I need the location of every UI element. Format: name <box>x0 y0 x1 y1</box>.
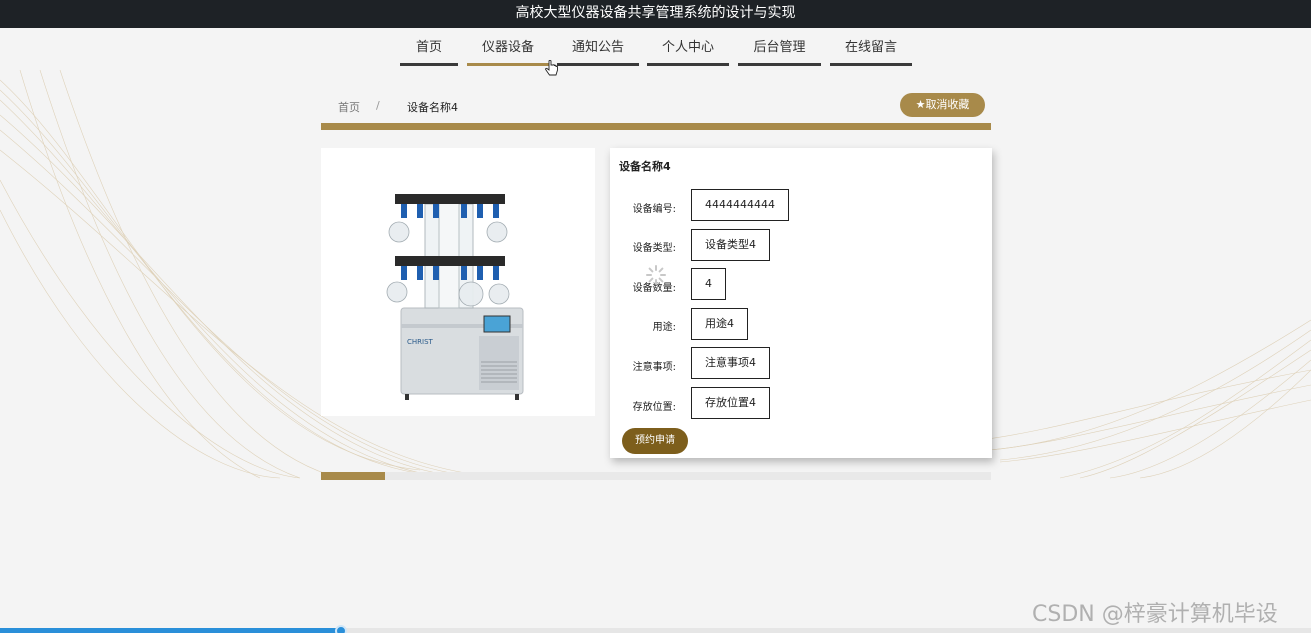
watermark-text: CSDN @梓豪计算机毕设 <box>1032 602 1278 627</box>
field-value-device-quantity[interactable]: 4 <box>691 268 726 300</box>
field-value-precautions[interactable]: 注意事项4 <box>691 347 770 379</box>
field-label-device-number: 设备编号: <box>632 204 676 215</box>
nav-instruments[interactable]: 仪器设备 <box>467 40 549 66</box>
field-value-device-number[interactable]: 4444444444 <box>691 189 789 221</box>
nav-personal-center[interactable]: 个人中心 <box>647 40 729 66</box>
field-label-precautions: 注意事项: <box>632 362 676 373</box>
horizontal-scrollbar[interactable] <box>0 625 1311 633</box>
unfavorite-button[interactable]: ★取消收藏 <box>900 93 985 117</box>
breadcrumb-current: 设备名称4 <box>407 101 458 114</box>
breadcrumb-separator: / <box>376 99 380 112</box>
reservation-apply-button[interactable]: 预约申请 <box>622 428 688 454</box>
breadcrumb: 首页 / 设备名称4 ★取消收藏 <box>321 91 991 123</box>
app-title: 高校大型仪器设备共享管理系统的设计与实现 <box>515 5 796 21</box>
device-detail-card: 设备名称4 设备编号: 4444444444 设备类型: 设备类型4 设备数量:… <box>610 148 992 458</box>
field-label-purpose: 用途: <box>652 322 676 333</box>
scrollbar-thumb[interactable] <box>0 628 342 633</box>
field-label-device-type: 设备类型: <box>632 243 676 254</box>
section-footer-strip <box>321 472 991 480</box>
product-image: CHRIST <box>321 148 595 416</box>
hand-cursor-icon <box>545 59 559 82</box>
nav-notices[interactable]: 通知公告 <box>557 40 639 66</box>
section-divider <box>321 123 991 130</box>
breadcrumb-home[interactable]: 首页 <box>338 99 360 115</box>
star-icon: ★ <box>915 98 926 111</box>
field-label-storage-location: 存放位置: <box>632 402 676 413</box>
scrollbar-handle[interactable] <box>335 625 347 633</box>
unfavorite-label: 取消收藏 <box>925 98 970 111</box>
field-value-device-type[interactable]: 设备类型4 <box>691 229 770 261</box>
app-title-bar: 高校大型仪器设备共享管理系统的设计与实现 <box>0 0 1311 28</box>
nav-home[interactable]: 首页 <box>400 40 458 66</box>
section-footer-accent <box>321 472 385 480</box>
field-value-purpose[interactable]: 用途4 <box>691 308 748 340</box>
device-name-title: 设备名称4 <box>619 160 671 173</box>
nav-messages[interactable]: 在线留言 <box>830 40 912 66</box>
nav-admin[interactable]: 后台管理 <box>738 40 821 66</box>
field-value-storage-location[interactable]: 存放位置4 <box>691 387 770 419</box>
loading-spinner-icon <box>645 264 667 290</box>
brand-label: CHRIST <box>407 338 434 346</box>
main-nav: 首页 仪器设备 通知公告 个人中心 后台管理 在线留言 <box>0 30 1311 70</box>
